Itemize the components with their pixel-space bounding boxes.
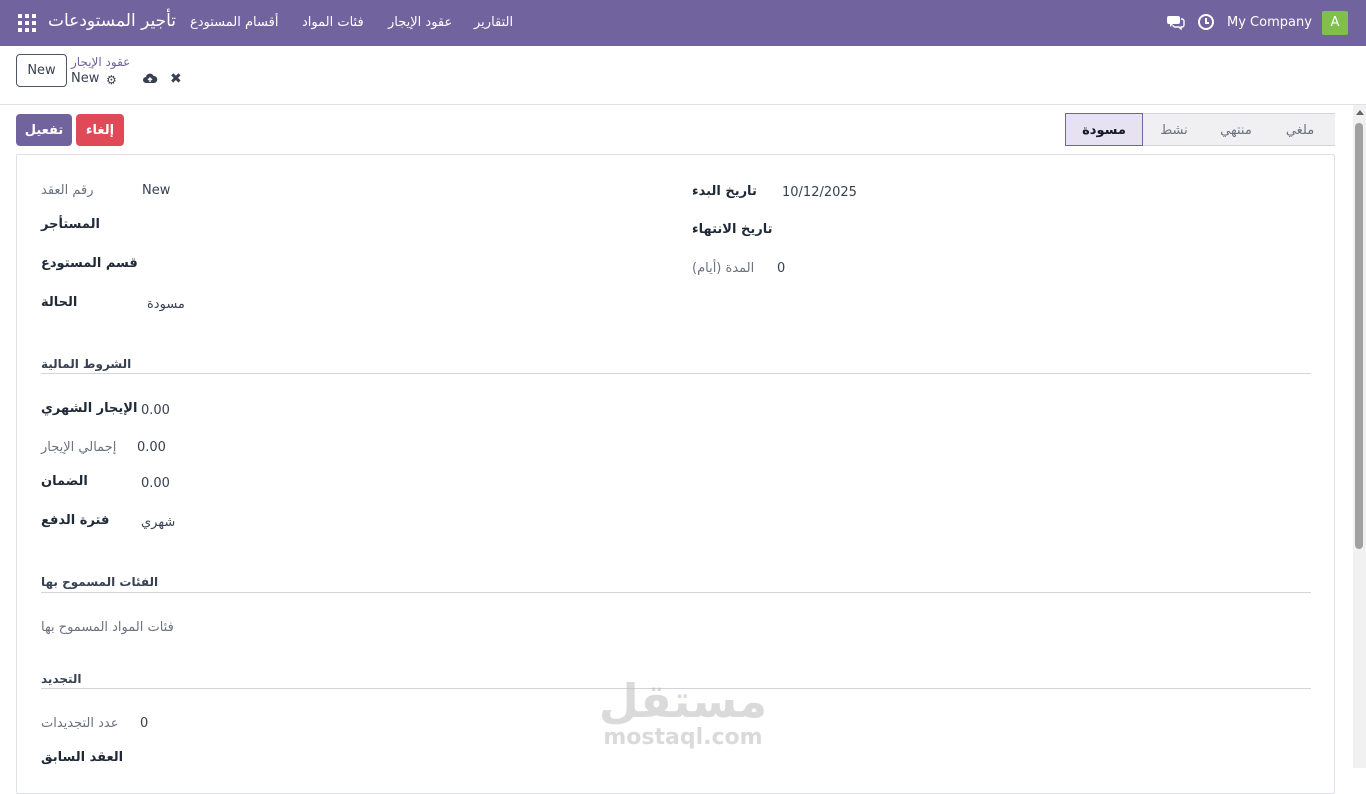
- user-avatar[interactable]: A: [1322, 11, 1348, 35]
- status-bar: ملغي منتهي نشط مسودة: [1065, 113, 1335, 146]
- categories-divider: [41, 592, 1311, 593]
- payment-period-label: فترة الدفع: [41, 513, 110, 528]
- contract-number-value: New: [142, 183, 171, 198]
- stage-cancelled[interactable]: ملغي: [1265, 113, 1335, 146]
- menu-material-categories[interactable]: فئات المواد: [302, 15, 364, 30]
- activity-clock-icon[interactable]: [1198, 14, 1214, 30]
- contract-number-label: رقم العقد: [41, 183, 94, 198]
- top-navbar: تأجير المستودعات أقسام المستودع فئات الم…: [0, 0, 1366, 46]
- scroll-up-arrow-icon[interactable]: [1356, 110, 1364, 115]
- scroll-thumb[interactable]: [1355, 123, 1363, 549]
- menu-warehouse-sections[interactable]: أقسام المستودع: [190, 15, 278, 30]
- end-date-label: تاريخ الانتهاء: [692, 222, 773, 237]
- warehouse-section-label: قسم المستودع: [41, 256, 138, 271]
- previous-contract-label: العقد السابق: [41, 750, 124, 765]
- breadcrumb-current-record: New: [71, 71, 100, 86]
- renewal-count-value: 0: [140, 716, 149, 731]
- control-panel: New عقود الإيجار New ⚙ ✖: [0, 46, 1366, 105]
- duration-value: 0: [777, 261, 786, 276]
- tenant-label: المستأجر: [41, 217, 100, 232]
- state-value: مسودة: [147, 297, 185, 312]
- new-button[interactable]: New: [16, 54, 67, 87]
- payment-period-select[interactable]: شهري: [141, 515, 175, 530]
- stage-draft[interactable]: مسودة: [1065, 113, 1143, 146]
- financial-divider: [41, 373, 1311, 374]
- start-date-label: تاريخ البدء: [692, 184, 757, 199]
- end-date-field[interactable]: [782, 222, 1282, 242]
- watermark-logo: مستقل mostaql.com: [598, 676, 768, 750]
- renewal-section-title: التجديد: [41, 672, 82, 686]
- allowed-categories-title: الفئات المسموح بها: [41, 575, 159, 589]
- gear-icon[interactable]: ⚙: [106, 73, 117, 87]
- company-switcher[interactable]: My Company: [1227, 15, 1312, 30]
- watermark-latin: mostaql.com: [603, 725, 763, 750]
- monthly-rent-field[interactable]: 0.00: [141, 403, 170, 418]
- apps-menu-icon[interactable]: [18, 14, 36, 32]
- financial-section-title: الشروط المالية: [41, 357, 132, 371]
- cloud-upload-icon[interactable]: [142, 72, 158, 86]
- app-brand[interactable]: تأجير المستودعات: [48, 11, 176, 31]
- menu-lease-contracts[interactable]: عقود الإيجار: [388, 15, 452, 30]
- monthly-rent-label: الإيجار الشهري: [41, 401, 138, 416]
- total-rent-label: إجمالي الإيجار: [41, 440, 117, 455]
- total-rent-value: 0.00: [137, 440, 166, 455]
- watermark-arabic: مستقل: [598, 674, 768, 728]
- chat-icon[interactable]: [1167, 14, 1185, 30]
- state-label: الحالة: [41, 295, 78, 310]
- start-date-field[interactable]: 10/12/2025: [782, 185, 857, 200]
- warehouse-section-field[interactable]: [152, 256, 622, 276]
- cancel-button[interactable]: إلغاء: [76, 114, 124, 146]
- breadcrumb-parent[interactable]: عقود الإيجار: [71, 55, 130, 69]
- stage-expired[interactable]: منتهي: [1203, 113, 1269, 146]
- duration-label: المدة (أيام): [692, 261, 755, 276]
- menu-reports[interactable]: التقارير: [474, 15, 513, 30]
- discard-close-icon[interactable]: ✖: [170, 71, 182, 87]
- allowed-categories-field[interactable]: فئات المواد المسموح بها: [41, 620, 174, 635]
- stage-active[interactable]: نشط: [1141, 113, 1207, 146]
- renewal-count-label: عدد التجديدات: [41, 716, 119, 731]
- tenant-field[interactable]: [142, 217, 622, 237]
- deposit-label: الضمان: [41, 474, 88, 489]
- activate-button[interactable]: تفعيل: [16, 114, 72, 146]
- deposit-field[interactable]: 0.00: [141, 476, 170, 491]
- page-scrollbar[interactable]: [1353, 105, 1366, 768]
